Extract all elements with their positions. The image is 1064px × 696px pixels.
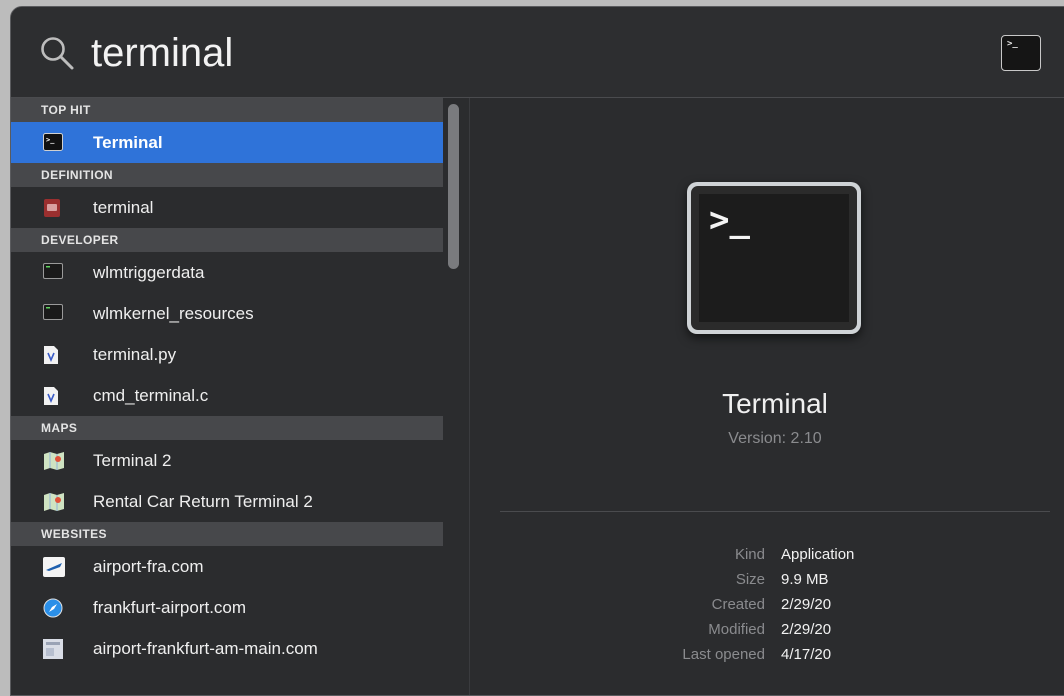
maps-icon (43, 492, 64, 512)
source-file-icon (43, 345, 63, 365)
search-icon (41, 37, 74, 70)
terminal-prompt-glyph: >_ (709, 200, 750, 240)
meta-row-last-opened: Last opened 4/17/20 (470, 642, 1064, 667)
maps-icon (43, 451, 64, 471)
meta-row-size: Size 9.9 MB (470, 567, 1064, 592)
result-row-airport-fra[interactable]: airport-fra.com (11, 546, 443, 587)
meta-key: Size (735, 571, 765, 588)
result-label: airport-frankfurt-am-main.com (93, 638, 318, 658)
result-label: terminal (93, 197, 154, 217)
section-header-websites: WEBSITES (11, 522, 443, 546)
result-label: airport-fra.com (93, 556, 204, 576)
meta-value: Application (781, 546, 855, 563)
meta-row-created: Created 2/29/20 (470, 592, 1064, 617)
result-row-terminal-py[interactable]: terminal.py (11, 334, 443, 375)
meta-row-kind: Kind Application (470, 542, 1064, 567)
meta-key: Kind (734, 546, 765, 563)
svg-text:>_: >_ (46, 136, 55, 144)
terminal-app-icon: >_ (43, 132, 63, 153)
terminal-large-icon: >_ (687, 182, 861, 334)
spotlight-window: >_ TOP HIT >_ Terminal DEFINITION termin… (10, 6, 1064, 696)
website-thumbnail-icon (43, 638, 63, 659)
result-row-airport-frankfurt-am-main[interactable]: airport-frankfurt-am-main.com (11, 628, 443, 669)
result-label: wlmtriggerdata (93, 262, 205, 282)
search-input[interactable] (91, 29, 691, 77)
meta-row-modified: Modified 2/29/20 (470, 617, 1064, 642)
search-bar: >_ (11, 7, 1064, 98)
unix-executable-icon (43, 262, 63, 283)
preview-app-version: Version: 2.10 (728, 430, 822, 447)
result-row-cmd-terminal-c[interactable]: cmd_terminal.c (11, 375, 443, 416)
result-row-terminal-app[interactable]: >_ Terminal (11, 122, 443, 163)
safari-compass-icon (43, 598, 63, 618)
terminal-icon-prompt: >_ (1007, 39, 1018, 49)
result-label: Terminal (93, 132, 163, 152)
meta-key: Last opened (682, 646, 765, 663)
result-label: terminal.py (93, 344, 177, 364)
preview-divider (500, 511, 1050, 512)
result-label: cmd_terminal.c (93, 385, 209, 405)
preview-pane: >_ Terminal Version: 2.10 Kind Applicati… (470, 98, 1064, 695)
section-header-definition: DEFINITION (11, 163, 443, 187)
meta-key: Created (711, 596, 765, 613)
preview-metadata: Kind Application Size 9.9 MB Created 2/2… (470, 542, 1064, 667)
terminal-icon: >_ (1001, 35, 1041, 71)
result-row-wlmkernel-resources[interactable]: wlmkernel_resources (11, 293, 443, 334)
result-label: Rental Car Return Terminal 2 (93, 491, 313, 511)
source-file-icon (43, 386, 63, 406)
unix-executable-icon (43, 303, 63, 324)
dictionary-icon (43, 198, 63, 218)
result-row-frankfurt-airport[interactable]: frankfurt-airport.com (11, 587, 443, 628)
section-header-developer: DEVELOPER (11, 228, 443, 252)
result-label: frankfurt-airport.com (93, 597, 247, 617)
airplane-favicon-icon (43, 556, 65, 577)
preview-app-name: Terminal (722, 388, 828, 419)
result-row-wlmtriggerdata[interactable]: wlmtriggerdata (11, 252, 443, 293)
results-scrollbar-thumb[interactable] (448, 104, 459, 269)
meta-value: 4/17/20 (781, 646, 832, 663)
meta-value: 2/29/20 (781, 596, 832, 613)
result-row-definition-terminal[interactable]: terminal (11, 187, 443, 228)
result-label: wlmkernel_resources (93, 303, 254, 323)
result-row-terminal-2[interactable]: Terminal 2 (11, 440, 443, 481)
results-list[interactable]: TOP HIT >_ Terminal DEFINITION terminal … (11, 98, 443, 695)
section-header-maps: MAPS (11, 416, 443, 440)
result-label: Terminal 2 (93, 450, 172, 470)
result-row-rental-car-return[interactable]: Rental Car Return Terminal 2 (11, 481, 443, 522)
meta-value: 9.9 MB (781, 571, 829, 588)
meta-key: Modified (708, 621, 765, 638)
section-header-top-hit: TOP HIT (11, 98, 443, 122)
meta-value: 2/29/20 (781, 621, 832, 638)
